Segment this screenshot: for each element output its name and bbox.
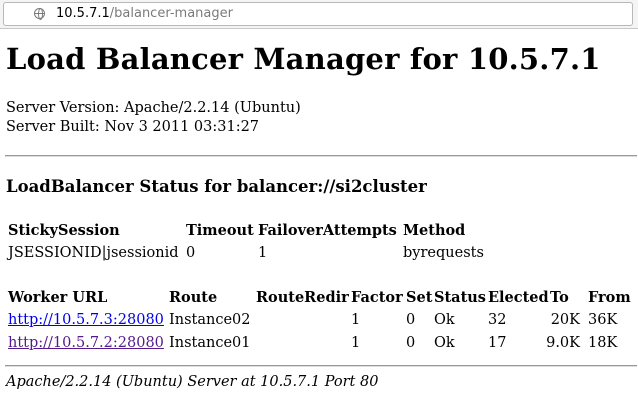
header-worker-url: Worker URL (8, 289, 108, 306)
worker-to: 20K (550, 312, 580, 328)
worker-factor: 1 (351, 335, 361, 351)
header-elected: Elected (488, 289, 549, 306)
header-status: Status (434, 289, 486, 306)
header-stickysession: StickySession (8, 222, 120, 239)
header-factor: Factor (351, 289, 403, 306)
header-timeout: Timeout (186, 222, 254, 239)
worker-route: Instance01 (169, 335, 251, 351)
sticky-session-value: JSESSIONID|jsessionid (8, 245, 179, 261)
failover-attempts-value: 1 (258, 245, 268, 261)
worker-status: Ok (434, 312, 455, 328)
header-to: To (550, 289, 569, 306)
header-from: From (588, 289, 631, 306)
method-value: byrequests (403, 245, 484, 261)
header-method: Method (403, 222, 466, 239)
server-version: Server Version: Apache/2.2.14 (Ubuntu) (6, 100, 301, 116)
url-host: 10.5.7.1 (56, 6, 110, 21)
worker-to: 9.0K (546, 335, 580, 351)
worker-set: 0 (406, 312, 416, 328)
header-set: Set (406, 289, 433, 306)
header-failoverattempts: FailoverAttempts (258, 222, 397, 239)
worker-status: Ok (434, 335, 455, 351)
worker-set: 0 (406, 335, 416, 351)
timeout-value: 0 (186, 245, 196, 261)
worker-elected: 32 (488, 312, 507, 328)
header-route: Route (169, 289, 218, 306)
page-title: Load Balancer Manager for 10.5.7.1 (6, 42, 601, 76)
server-signature: Apache/2.2.14 (Ubuntu) Server at 10.5.7.… (6, 374, 379, 390)
worker-url-link[interactable]: http://10.5.7.2:28080 (8, 335, 164, 351)
address-bar-url[interactable]: 10.5.7.1/balancer-manager (56, 3, 233, 25)
worker-from: 36K (588, 312, 618, 328)
balancer-heading: LoadBalancer Status for balancer://si2cl… (6, 177, 427, 196)
worker-url-link[interactable]: http://10.5.7.3:28080 (8, 312, 164, 328)
globe-icon (34, 8, 45, 20)
address-bar[interactable]: 10.5.7.1/balancer-manager (3, 2, 633, 26)
browser-toolbar: 10.5.7.1/balancer-manager (0, 0, 638, 29)
worker-route: Instance02 (169, 312, 251, 328)
worker-factor: 1 (351, 312, 361, 328)
divider (5, 155, 637, 157)
header-routeredir: RouteRedir (256, 289, 349, 306)
url-path: /balancer-manager (109, 6, 233, 21)
divider (5, 365, 637, 367)
server-built: Server Built: Nov 3 2011 03:31:27 (6, 119, 260, 135)
worker-elected: 17 (488, 335, 507, 351)
worker-from: 18K (588, 335, 618, 351)
